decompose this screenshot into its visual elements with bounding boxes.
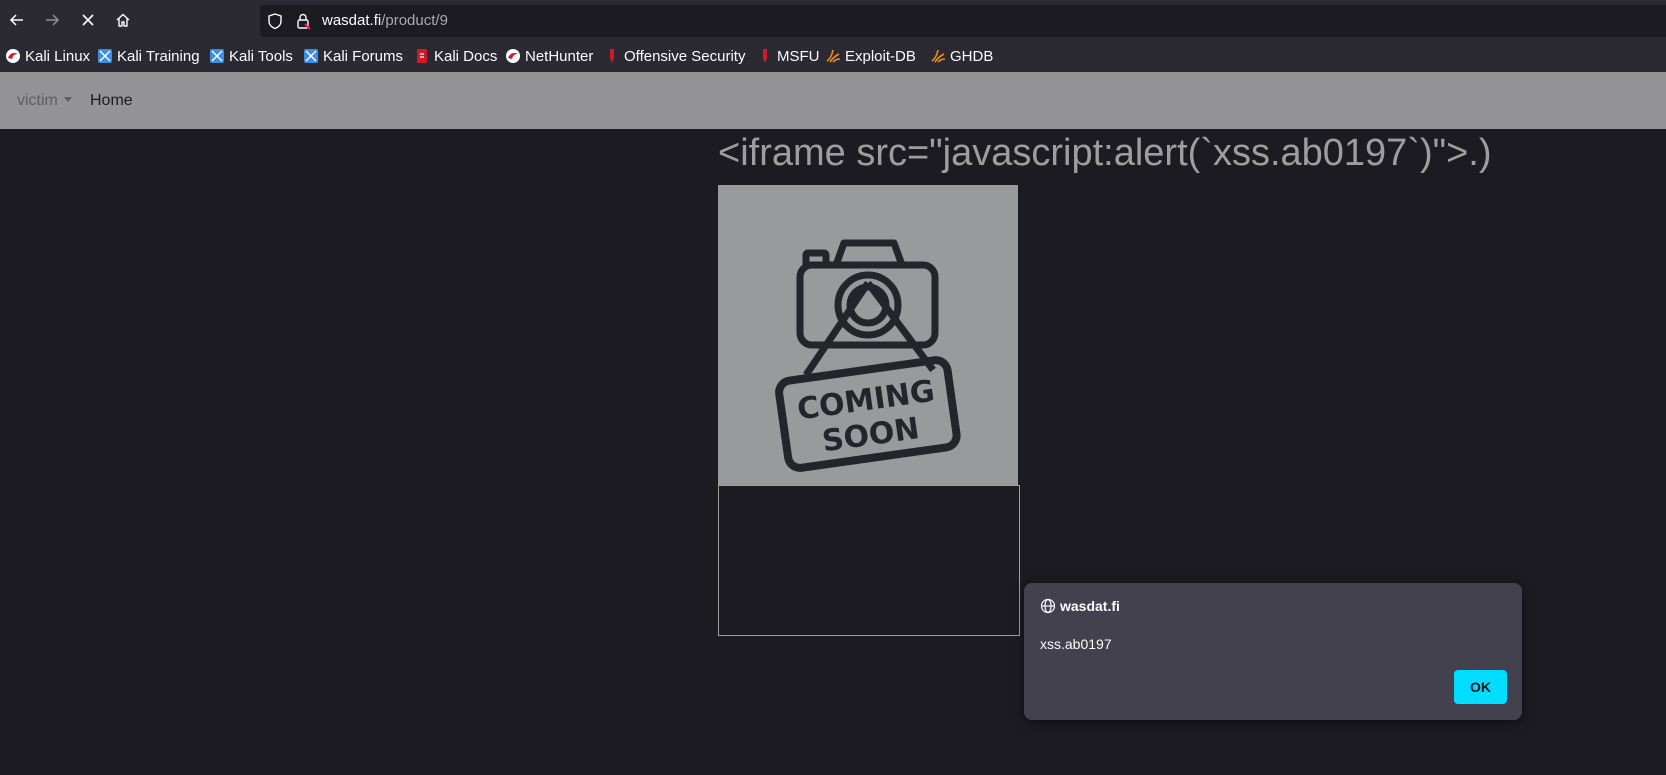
product-title: <iframe src="javascript:alert(`xss.ab019…: [718, 132, 1492, 174]
home-button[interactable]: [109, 6, 137, 34]
bookmark-label: GHDB: [950, 47, 994, 65]
msfu-icon: [763, 49, 767, 63]
globe-icon: [1040, 598, 1056, 614]
bookmark-ghdb[interactable]: GHDB: [930, 46, 993, 66]
bookmark-kali-forums[interactable]: Kali Forums: [303, 46, 403, 66]
caret-down-icon: [63, 97, 72, 102]
bookmark-label: Offensive Security: [624, 47, 746, 65]
bookmark-label: Kali Linux: [25, 47, 91, 65]
alert-dialog: wasdat.fi xss.ab0197 OK: [1024, 583, 1522, 720]
bookmark-label: NetHunter: [525, 47, 594, 65]
kali-forums-icon: [304, 49, 318, 63]
user-dropdown-label: victim: [17, 92, 58, 109]
forward-button[interactable]: [38, 6, 66, 34]
bookmarks-bar: Kali Linux Kali Training Kali Tools Kali…: [0, 41, 1666, 73]
close-icon: [82, 14, 94, 26]
url-bar[interactable]: wasdat.fi/product/9: [260, 5, 1666, 37]
bookmark-label: Exploit-DB: [845, 47, 916, 65]
dialog-header: wasdat.fi: [1040, 598, 1120, 614]
kali-training-icon: [98, 49, 112, 63]
url-host: wasdat.fi: [322, 12, 382, 29]
url-text[interactable]: wasdat.fi/product/9: [322, 11, 448, 31]
arrow-left-icon: [9, 14, 23, 26]
shield-icon[interactable]: [266, 12, 284, 30]
stop-button[interactable]: [74, 6, 102, 34]
home-icon: [116, 13, 130, 27]
dialog-message: xss.ab0197: [1040, 636, 1112, 652]
bookmark-label: Kali Forums: [323, 47, 404, 65]
exploit-db-icon: [826, 49, 841, 63]
bookmark-label: Kali Docs: [434, 47, 498, 65]
bookmark-kali-training[interactable]: Kali Training: [97, 46, 200, 66]
kali-docs-icon: [417, 49, 427, 63]
product-image: COMING SOON: [718, 185, 1018, 485]
arrow-right-icon: [46, 14, 60, 26]
bookmark-offensive-security[interactable]: Offensive Security: [604, 46, 745, 66]
bookmark-msfu[interactable]: MSFU: [757, 46, 820, 66]
bookmark-nethunter[interactable]: NetHunter: [505, 46, 593, 66]
bookmark-kali-linux[interactable]: Kali Linux: [5, 46, 90, 66]
url-path: /product/9: [381, 12, 448, 29]
kali-dragon-icon: [6, 49, 20, 63]
ok-button[interactable]: OK: [1454, 670, 1507, 704]
back-button[interactable]: [3, 6, 31, 34]
browser-toolbar: wasdat.fi/product/9: [0, 0, 1666, 41]
site-navbar: victim Home: [0, 72, 1666, 129]
lock-warning-icon[interactable]: [295, 12, 311, 30]
user-dropdown[interactable]: victim: [17, 92, 72, 110]
nethunter-icon: [506, 49, 520, 63]
ghdb-icon: [931, 49, 946, 63]
kali-tools-icon: [210, 49, 224, 63]
offsec-icon: [610, 49, 614, 63]
bookmark-kali-tools[interactable]: Kali Tools: [209, 46, 293, 66]
bookmark-exploit-db[interactable]: Exploit-DB: [825, 46, 916, 66]
dialog-origin: wasdat.fi: [1060, 598, 1120, 614]
home-link[interactable]: Home: [90, 92, 133, 110]
bookmark-label: MSFU: [777, 47, 820, 65]
bookmark-label: Kali Training: [117, 47, 200, 65]
coming-soon-camera-icon: COMING SOON: [775, 239, 961, 472]
injected-iframe: [718, 485, 1020, 636]
bookmark-label: Kali Tools: [229, 47, 293, 65]
bookmark-kali-docs[interactable]: Kali Docs: [414, 46, 497, 66]
